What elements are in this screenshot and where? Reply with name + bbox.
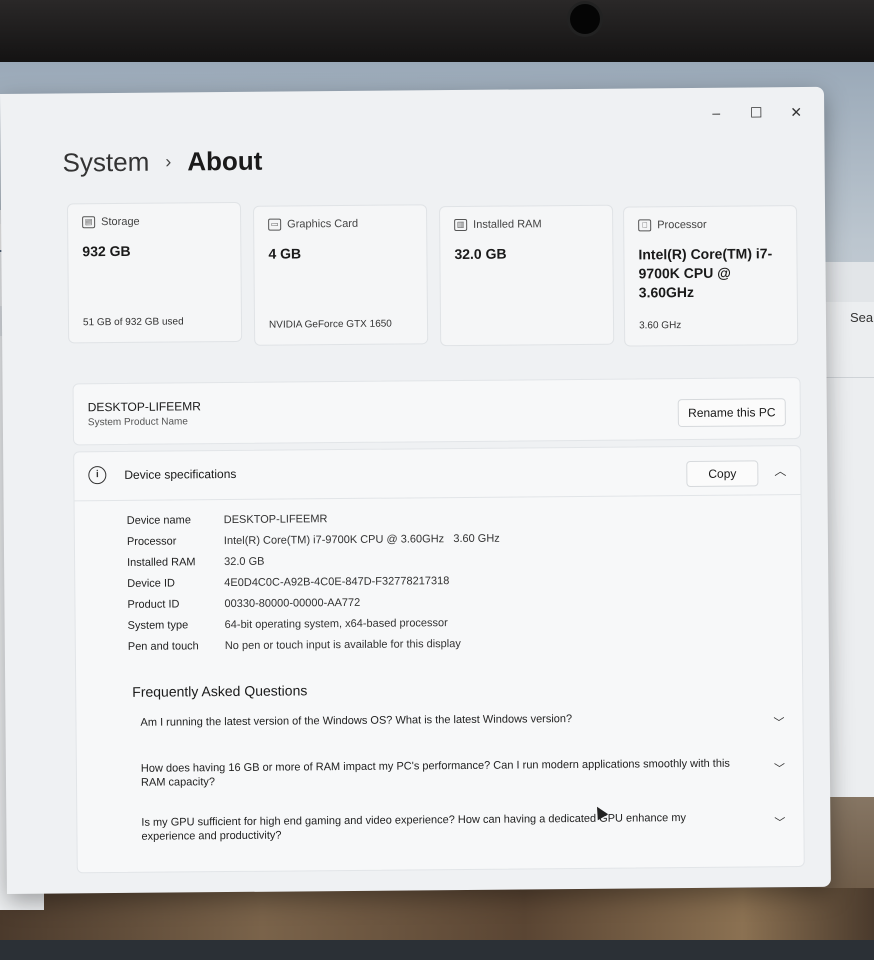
graphics-card[interactable]: ▭ Graphics Card 4 GB NVIDIA GeForce GTX … bbox=[252, 204, 429, 346]
spec-value: No pen or touch input is available for t… bbox=[224, 637, 461, 652]
spec-value: 00330-80000-00000-AA772 bbox=[224, 596, 361, 610]
card-title: Processor bbox=[657, 218, 707, 232]
info-icon: i bbox=[88, 466, 107, 485]
faq-question: Am I running the latest version of the W… bbox=[140, 713, 573, 729]
storage-card[interactable]: ▤ Storage 932 GB 51 GB of 932 GB used bbox=[66, 201, 243, 344]
spec-value: DESKTOP-LIFEEMR bbox=[223, 512, 328, 526]
faq-question: How does having 16 GB or more of RAM imp… bbox=[140, 757, 730, 789]
faq-item[interactable]: Is my GPU sufficient for high end gaming… bbox=[141, 810, 791, 844]
spec-value: Intel(R) Core(TM) i7-9700K CPU @ 3.60GHz… bbox=[223, 532, 500, 547]
device-specifications-title: Device specifications bbox=[124, 466, 237, 482]
card-title: Installed RAM bbox=[473, 218, 542, 231]
card-value: 932 GB bbox=[82, 242, 131, 260]
spec-label: System type bbox=[127, 618, 189, 632]
ram-card[interactable]: ▥ Installed RAM 32.0 GB bbox=[438, 204, 615, 347]
spec-label: Product ID bbox=[127, 597, 180, 611]
minimize-button[interactable]: – bbox=[696, 102, 736, 124]
pc-name-section: DESKTOP-LIFEEMR System Product Name Rena… bbox=[72, 377, 802, 446]
card-value: 32.0 GB bbox=[454, 245, 507, 263]
chevron-up-icon[interactable]: ︿ bbox=[774, 462, 786, 479]
taskbar[interactable] bbox=[0, 940, 874, 960]
card-value: Intel(R) Core(TM) i7-9700K CPU @ 3.60GHz bbox=[638, 245, 773, 301]
storage-icon: ▤ bbox=[82, 216, 96, 229]
device-specifications-header[interactable]: i Device specifications Copy ︿ bbox=[74, 446, 801, 502]
window-controls: – ☐ ✕ bbox=[696, 101, 816, 124]
spec-value: 32.0 GB bbox=[224, 555, 265, 568]
faq-item[interactable]: Am I running the latest version of the W… bbox=[140, 710, 790, 730]
spec-cards: ▤ Storage 932 GB 51 GB of 932 GB used ▭ … bbox=[66, 197, 799, 347]
card-sub: 3.60 GHz bbox=[639, 320, 682, 332]
pc-name: DESKTOP-LIFEEMR bbox=[87, 399, 201, 415]
graphics-card-icon: ▭ bbox=[268, 218, 282, 231]
page-title: About bbox=[187, 145, 263, 177]
copy-button[interactable]: Copy bbox=[686, 460, 759, 488]
card-title: Graphics Card bbox=[287, 217, 359, 231]
spec-label: Processor bbox=[126, 534, 177, 548]
pc-product-label: System Product Name bbox=[87, 416, 188, 429]
card-value: 4 GB bbox=[268, 245, 302, 262]
device-specifications-section: i Device specifications Copy ︿ Device na… bbox=[73, 445, 805, 874]
background-search-text[interactable]: Sear bbox=[850, 310, 874, 325]
wallpaper-landscape bbox=[0, 888, 874, 948]
ram-icon: ▥ bbox=[454, 218, 468, 232]
spec-label: Pen and touch bbox=[127, 639, 199, 653]
chevron-right-icon: › bbox=[165, 151, 172, 172]
spec-list: Device name DESKTOP-LIFEEMR Processor In… bbox=[127, 507, 501, 657]
spec-label: Device ID bbox=[127, 576, 176, 590]
maximize-button[interactable]: ☐ bbox=[736, 101, 776, 123]
faq-question: Is my GPU sufficient for high end gaming… bbox=[141, 812, 687, 843]
webcam bbox=[570, 4, 600, 34]
spec-label: Installed RAM bbox=[127, 555, 196, 569]
spec-row: Pen and touch No pen or touch input is a… bbox=[128, 633, 501, 657]
faq-title: Frequently Asked Questions bbox=[132, 682, 308, 700]
laptop-bezel bbox=[0, 0, 874, 62]
faq-item[interactable]: How does having 16 GB or more of RAM imp… bbox=[141, 756, 791, 790]
chevron-down-icon[interactable]: ﹀ bbox=[774, 816, 785, 830]
breadcrumb-system[interactable]: System bbox=[62, 147, 149, 179]
processor-icon: □ bbox=[638, 219, 652, 232]
rename-pc-button[interactable]: Rename this PC bbox=[677, 398, 786, 428]
settings-window: – ☐ ✕ System › About ▤ Storage 932 GB 51… bbox=[0, 86, 831, 894]
spec-label: Device name bbox=[126, 513, 191, 527]
spec-value: 64-bit operating system, x64-based proce… bbox=[224, 616, 448, 631]
card-sub: 51 GB of 932 GB used bbox=[82, 316, 184, 329]
chevron-down-icon[interactable]: ﹀ bbox=[773, 716, 784, 730]
spec-value: 4E0D4C0C-A92B-4C0E-847D-F32778217318 bbox=[224, 574, 450, 589]
close-button[interactable]: ✕ bbox=[776, 101, 816, 123]
chevron-down-icon[interactable]: ﹀ bbox=[774, 762, 785, 776]
card-sub: NVIDIA GeForce GTX 1650 bbox=[268, 318, 392, 331]
processor-card[interactable]: □ Processor Intel(R) Core(TM) i7-9700K C… bbox=[623, 205, 799, 347]
card-title: Storage bbox=[101, 215, 140, 229]
breadcrumb: System › About bbox=[62, 146, 262, 179]
